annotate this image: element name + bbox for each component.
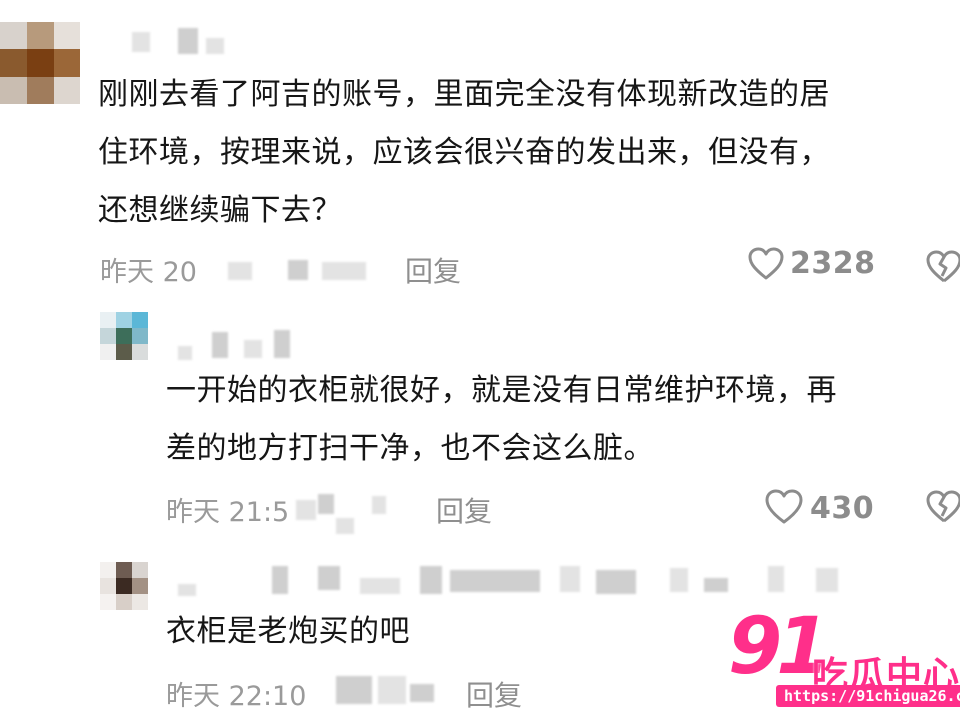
comment-time: 昨天 20: [100, 257, 197, 288]
comment-text: 刚刚去看了阿吉的账号，里面完全没有体现新改造的居 住环境，按理来说，应该会很兴奋…: [98, 66, 948, 240]
like-button[interactable]: 430: [764, 488, 874, 528]
comment-line: 衣柜是老炮买的吧: [166, 614, 410, 649]
watermark-logo: 91: [728, 602, 831, 692]
like-count: 430: [810, 490, 875, 526]
comment-line: 还想继续骗下去？: [98, 193, 342, 228]
like-button[interactable]: 2328: [748, 246, 876, 281]
avatar[interactable]: [100, 562, 148, 610]
heart-outline-icon: [765, 489, 803, 524]
avatar[interactable]: [0, 22, 80, 104]
reply-button[interactable]: 回复: [436, 490, 492, 530]
comment-line: 刚刚去看了阿吉的账号，里面完全没有体现新改造的居: [98, 77, 830, 112]
like-count: 2328: [790, 246, 876, 281]
reply-button[interactable]: 回复: [466, 674, 522, 714]
comment-line: 一开始的衣柜就很好，就是没有日常维护环境，再: [166, 373, 837, 408]
watermark: 91 吃瓜中心 https://91chigua26.com: [720, 602, 960, 720]
watermark-url: https://91chigua26.com: [776, 685, 960, 707]
avatar[interactable]: [100, 312, 148, 360]
comment-line: 住环境，按理来说，应该会很兴奋的发出来，但没有，: [98, 135, 830, 170]
comment-text: 衣柜是老炮买的吧: [166, 603, 766, 661]
comment-line: 差的地方打扫干净，也不会这么脏。: [166, 431, 654, 466]
reply-button[interactable]: 回复: [405, 250, 461, 290]
comment-time: 昨天 22:10: [166, 681, 307, 712]
comment-text: 一开始的衣柜就很好，就是没有日常维护环境，再 差的地方打扫干净，也不会这么脏。: [166, 362, 946, 478]
broken-heart-icon[interactable]: [926, 490, 960, 524]
heart-outline-icon: [748, 247, 784, 279]
broken-heart-icon[interactable]: [926, 250, 960, 284]
comment-time: 昨天 21:5: [166, 497, 290, 528]
